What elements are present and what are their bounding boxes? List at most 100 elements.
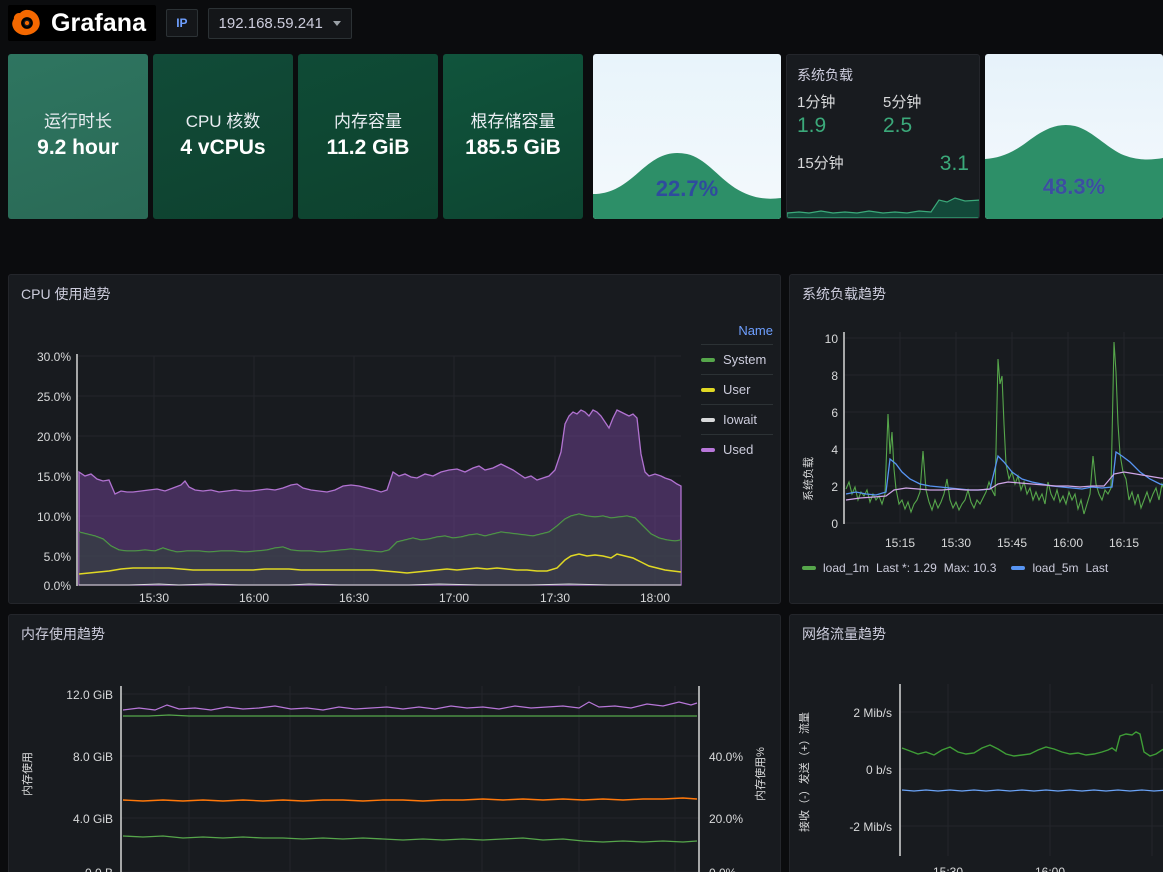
svg-text:12.0 GiB: 12.0 GiB <box>66 688 113 702</box>
stat-value: 185.5 GiB <box>465 136 561 160</box>
svg-text:25.0%: 25.0% <box>37 390 71 404</box>
y-axis-label: 系统负载 <box>801 457 815 501</box>
dashboard-grid: 运行时长 9.2 hour CPU 核数 4 vCPUs 内存容量 11.2 G… <box>0 46 1163 872</box>
svg-text:10: 10 <box>825 332 839 346</box>
stat-panel-cpu-cores[interactable]: CPU 核数 4 vCPUs <box>153 54 293 219</box>
svg-text:4.0 GiB: 4.0 GiB <box>73 812 113 826</box>
svg-text:-2 Mib/s: -2 Mib/s <box>849 820 892 834</box>
svg-text:0.0%: 0.0% <box>709 866 737 872</box>
svg-text:15:15: 15:15 <box>885 536 915 550</box>
gauge-panel-disk-usage[interactable]: 48.3% <box>985 54 1163 219</box>
svg-text:0 b/s: 0 b/s <box>866 763 892 777</box>
svg-text:0.0%: 0.0% <box>44 579 72 593</box>
cpu-trend-chart: 30.0% 25.0% 20.0% 15.0% 10.0% 5.0% 0.0% … <box>37 350 682 604</box>
legend-last: Last <box>1085 561 1109 575</box>
ip-select-value: 192.168.59.241 <box>218 14 323 32</box>
stat-label: CPU 核数 <box>185 112 261 132</box>
legend-header-name[interactable]: Name <box>701 323 773 345</box>
legend-row-system[interactable]: System <box>701 345 773 375</box>
svg-text:18:00: 18:00 <box>640 591 670 604</box>
legend-swatch-icon <box>701 387 715 392</box>
svg-text:15:30: 15:30 <box>139 591 169 604</box>
brand: Grafana <box>8 5 157 41</box>
chevron-down-icon <box>332 20 341 26</box>
svg-text:17:30: 17:30 <box>540 591 570 604</box>
stat-panel-root-storage[interactable]: 根存储容量 185.5 GiB <box>443 54 583 219</box>
cpu-legend-table: Name System User Iowait Used <box>701 323 773 464</box>
svg-text:5.0%: 5.0% <box>44 550 72 564</box>
memory-trend-chart: 内存使用 内存使用% 12.0 GiB 8.0 GiB 4.0 GiB 0.0 … <box>20 686 767 872</box>
svg-text:16:00: 16:00 <box>1035 865 1065 872</box>
stat-value: 4 vCPUs <box>180 136 266 160</box>
system-load-chart: 系统负载 10 8 6 4 2 0 15:15 15:30 15:45 16:0… <box>801 332 1163 550</box>
panel-cpu-trend: CPU 使用趋势 30.0% 25.0% 20.0% 15.0% 10.0% 5… <box>8 274 781 604</box>
svg-text:2 Mib/s: 2 Mib/s <box>853 706 892 720</box>
legend-max: Max: 10.3 <box>943 561 997 575</box>
svg-text:16:30: 16:30 <box>339 591 369 604</box>
stat-panel-memory-capacity[interactable]: 内存容量 11.2 GiB <box>298 54 438 219</box>
legend-swatch-icon <box>701 357 715 362</box>
legend-last: Last *: 1.29 <box>876 561 937 575</box>
svg-text:0.0 B: 0.0 B <box>85 866 113 872</box>
panel-system-load-trend: 系统负载趋势 系统负载 10 8 6 4 2 0 15:15 15:30 15:… <box>789 274 1163 604</box>
system-load-legend: load_1m Last *: 1.29 Max: 10.3 load_5m L… <box>802 561 1108 575</box>
svg-text:20.0%: 20.0% <box>37 430 71 444</box>
legend-row-used[interactable]: Used <box>701 435 773 464</box>
stat-value: 9.2 hour <box>37 136 119 160</box>
network-trend-chart: 接收（-）发送（+）流量 2 Mib/s 0 b/s -2 Mib/s 15:3… <box>797 684 1163 872</box>
svg-text:15:45: 15:45 <box>997 536 1027 550</box>
y-axis-label-right: 内存使用% <box>753 747 767 801</box>
legend-label: Used <box>723 442 754 457</box>
svg-text:0: 0 <box>831 517 838 531</box>
load-value-15m: 3.1 <box>939 152 969 176</box>
stat-label: 运行时长 <box>44 112 112 132</box>
series-send <box>901 789 1163 792</box>
legend-swatch-icon <box>701 417 715 422</box>
series-used-percent <box>122 701 698 711</box>
ip-select[interactable]: 192.168.59.241 <box>207 7 352 39</box>
stat-label: 内存容量 <box>334 112 402 132</box>
svg-text:16:00: 16:00 <box>1053 536 1083 550</box>
ip-label: IP <box>166 9 198 37</box>
load-label-5m: 5分钟 <box>883 94 922 111</box>
panel-title: 系统负载趋势 <box>802 286 886 302</box>
brand-label: Grafana <box>51 8 147 37</box>
svg-text:2: 2 <box>831 480 838 494</box>
series-load-1m <box>845 341 1163 515</box>
load-value-5m: 2.5 <box>883 114 913 137</box>
stat-value: 11.2 GiB <box>326 136 410 160</box>
y-axis-label: 接收（-）发送（+）流量 <box>797 712 811 832</box>
svg-text:40.0%: 40.0% <box>709 750 743 764</box>
series-receive <box>901 731 1163 757</box>
svg-text:20.0%: 20.0% <box>709 812 743 826</box>
legend-label[interactable]: load_5m <box>1032 561 1078 575</box>
svg-text:15:30: 15:30 <box>941 536 971 550</box>
panel-title: CPU 使用趋势 <box>21 286 111 302</box>
panel-title: 内存使用趋势 <box>21 626 105 642</box>
legend-label[interactable]: load_1m <box>823 561 869 575</box>
legend-swatch-icon <box>802 566 816 570</box>
system-load-values: 1分钟 5分钟 1.9 2.5 <box>787 85 979 138</box>
load-value-1m: 1.9 <box>797 114 827 137</box>
load-label-15m: 15分钟 <box>797 155 844 173</box>
legend-row-iowait[interactable]: Iowait <box>701 405 773 435</box>
gauge-value: 22.7% <box>655 176 719 201</box>
legend-swatch-icon <box>701 447 715 452</box>
legend-label: User <box>723 382 751 397</box>
system-load-panel[interactable]: 系统负载 1分钟 5分钟 1.9 2.5 15分钟 3.1 <box>786 54 980 219</box>
top-bar: Grafana IP 192.168.59.241 <box>0 0 1163 46</box>
grafana-logo-icon <box>12 9 40 36</box>
svg-text:8.0 GiB: 8.0 GiB <box>73 750 113 764</box>
svg-text:16:00: 16:00 <box>239 591 269 604</box>
svg-text:30.0%: 30.0% <box>37 350 71 364</box>
svg-text:8: 8 <box>831 369 838 383</box>
stat-label: 根存储容量 <box>470 112 556 132</box>
y-axis-label-left: 内存使用 <box>20 752 34 796</box>
svg-text:15:30: 15:30 <box>933 865 963 872</box>
series-free <box>122 835 698 843</box>
stat-panel-uptime[interactable]: 运行时长 9.2 hour <box>8 54 148 219</box>
gauge-panel-cpu-usage[interactable]: 22.7% <box>593 54 781 219</box>
legend-row-user[interactable]: User <box>701 375 773 405</box>
svg-text:4: 4 <box>831 443 838 457</box>
system-load-title: 系统负载 <box>797 67 853 83</box>
